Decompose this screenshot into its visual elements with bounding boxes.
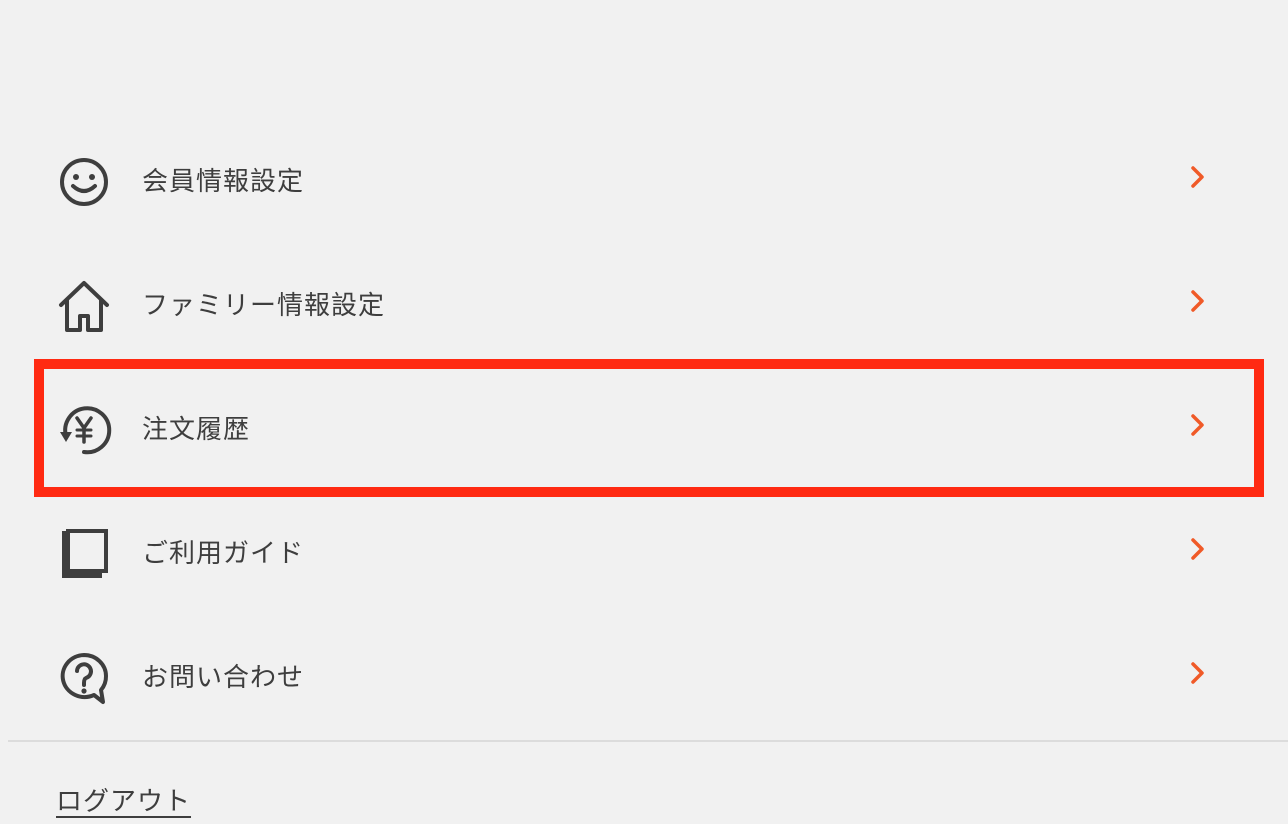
menu-item-label: お問い合わせ <box>142 663 305 693</box>
question-bubble-icon <box>56 650 112 706</box>
menu-item-usage-guide[interactable]: ご利用ガイド <box>0 490 1288 614</box>
menu-item-label: 注文履歴 <box>142 415 251 445</box>
chevron-right-icon <box>1184 163 1212 191</box>
chevron-right-icon <box>1184 411 1212 439</box>
menu-item-order-history[interactable]: 注文履歴 <box>0 366 1288 490</box>
book-icon <box>56 526 112 582</box>
menu-item-family-settings[interactable]: ファミリー情報設定 <box>0 242 1288 366</box>
house-icon <box>56 278 112 334</box>
smiley-icon <box>56 154 112 210</box>
menu-item-label: 会員情報設定 <box>142 167 305 197</box>
menu-item-contact[interactable]: お問い合わせ <box>0 614 1288 738</box>
menu-item-label: ご利用ガイド <box>142 539 305 569</box>
yen-history-icon <box>56 402 112 458</box>
chevron-right-icon <box>1184 287 1212 315</box>
menu-item-member-settings[interactable]: 会員情報設定 <box>0 118 1288 242</box>
divider <box>8 740 1288 742</box>
chevron-right-icon <box>1184 659 1212 687</box>
chevron-right-icon <box>1184 535 1212 563</box>
menu-item-label: ファミリー情報設定 <box>142 291 386 321</box>
logout-link[interactable]: ログアウト <box>56 782 191 822</box>
